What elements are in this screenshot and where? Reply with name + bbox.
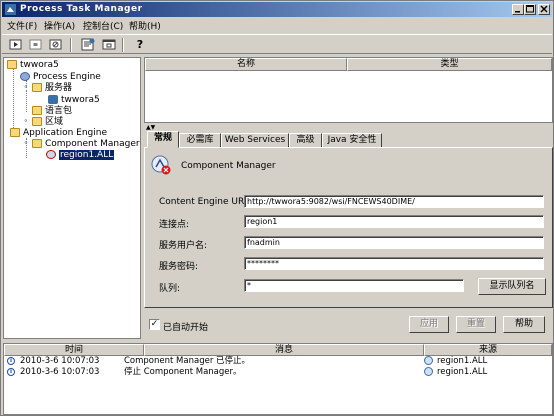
maximize-button[interactable] (524, 4, 536, 15)
window-title: Process Task Manager (20, 4, 143, 14)
folder-icon (10, 128, 20, 137)
help-toolbar-button[interactable]: ? (132, 37, 148, 52)
tree-node-servers[interactable]: 服务器 (32, 82, 72, 94)
tree-node-region[interactable]: region1.ALL (46, 149, 115, 161)
properties-icon (81, 38, 95, 51)
service-user-label: 服务用户名: (159, 241, 208, 251)
toolbar-separator (122, 38, 124, 52)
connection-point-field[interactable]: region1 (244, 215, 544, 228)
server-icon (48, 95, 58, 104)
auto-start-label: 已自动开始 (163, 323, 209, 333)
table-row[interactable]: i 2010-3-6 10:07:03 停止 Component Manager… (4, 367, 552, 378)
queue-label: 队列: (159, 284, 181, 294)
apply-button[interactable]: 应用 (409, 316, 449, 333)
title-bar[interactable]: Process Task Manager (2, 2, 552, 17)
tab-general[interactable]: 常规 (147, 131, 179, 148)
tab-java-security[interactable]: Java 安全性 (322, 133, 382, 148)
stop-button[interactable] (28, 37, 44, 52)
app-icon (5, 4, 16, 15)
main-window: Process Task Manager 文件(F) 操作(A) 控制台(C) … (0, 0, 554, 416)
menu-bar: 文件(F) 操作(A) 控制台(C) 帮助(H) (2, 17, 552, 34)
folder-icon (32, 83, 42, 92)
uri-field[interactable]: http://twwora5:9082/wsi/FNCEWS40DIME/ (244, 195, 544, 208)
abort-button[interactable] (48, 37, 64, 52)
properties-table[interactable]: 名称 类型 (144, 57, 553, 123)
toolbar: ? (2, 34, 552, 54)
minimize-button[interactable] (512, 4, 524, 15)
expand-toggle-icon[interactable]: ⚬ (23, 140, 30, 147)
table-row[interactable]: i 2010-3-6 10:07:03 Component Manager 已停… (4, 356, 552, 367)
log-source: region1.ALL (437, 356, 488, 366)
reset-button[interactable]: 重置 (456, 316, 496, 333)
window-icon (102, 39, 116, 50)
log-time: 2010-3-6 10:07:03 (20, 356, 100, 366)
menu-help[interactable]: 帮助(H) (129, 19, 161, 32)
info-icon: i (7, 367, 15, 378)
column-header-message[interactable]: 消息 (144, 344, 424, 356)
log-message: Component Manager 已停止。 (124, 356, 251, 366)
abort-icon (49, 39, 62, 50)
navigation-tree[interactable]: twwora5 Process Engine ⚬ 服务器 twwora5 语言包… (3, 57, 141, 339)
stop-icon (29, 39, 42, 50)
start-button[interactable] (8, 37, 24, 52)
folder-icon (32, 106, 42, 115)
general-tab-panel: Component Manager Content Engine URI: ht… (144, 147, 553, 308)
tab-advanced[interactable]: 高级 (289, 133, 322, 148)
tab-required-libraries[interactable]: 必需库 (179, 133, 221, 148)
expand-toggle-icon[interactable]: ⚬ (23, 84, 30, 91)
expand-toggle-icon[interactable]: ⚬ (23, 118, 30, 125)
service-password-label: 服务密码: (159, 262, 199, 272)
toolbar-separator (70, 38, 72, 52)
service-password-field[interactable]: ******** (244, 257, 544, 270)
stopped-region-icon (46, 150, 56, 159)
column-header-time[interactable]: 时间 (4, 344, 144, 356)
window-button[interactable] (101, 37, 117, 52)
properties-button[interactable] (80, 37, 96, 52)
tree-connector (13, 68, 14, 136)
uri-label: Content Engine URI: (159, 197, 250, 207)
menu-action[interactable]: 操作(A) (44, 19, 75, 32)
log-message: 停止 Component Manager。 (124, 367, 242, 377)
folder-icon (32, 117, 42, 126)
tab-web-services[interactable]: Web Services (221, 133, 289, 148)
service-user-field[interactable]: fnadmin (244, 236, 544, 249)
region-icon (424, 367, 435, 378)
panel-title: Component Manager (181, 161, 276, 171)
folder-icon (32, 139, 42, 148)
show-queue-names-button[interactable]: 显示队列名 (478, 278, 546, 295)
close-button[interactable] (538, 4, 550, 15)
maximize-icon (526, 5, 534, 13)
tree-node-root[interactable]: twwora5 (7, 59, 59, 71)
log-time: 2010-3-6 10:07:03 (20, 367, 100, 377)
column-header-source[interactable]: 来源 (424, 344, 552, 356)
info-icon: i (7, 356, 15, 367)
splitter-arrows-icon[interactable]: ▲▼ (146, 124, 155, 131)
help-button[interactable]: 帮助 (503, 316, 545, 333)
menu-console[interactable]: 控制台(C) (83, 19, 123, 32)
menu-file[interactable]: 文件(F) (7, 19, 37, 32)
region-icon (424, 356, 435, 367)
minimize-icon (515, 11, 520, 13)
log-source: region1.ALL (437, 367, 488, 377)
component-manager-stopped-icon (151, 155, 171, 175)
auto-start-checkbox[interactable]: ✓ (149, 319, 160, 330)
column-header-name[interactable]: 名称 (145, 58, 347, 71)
event-log-table[interactable]: 时间 消息 来源 i 2010-3-6 10:07:03 Component M… (3, 343, 553, 415)
start-icon (9, 39, 22, 50)
tree-connector (26, 90, 27, 112)
column-header-type[interactable]: 类型 (347, 58, 552, 71)
engine-icon (20, 72, 30, 81)
close-icon (540, 5, 548, 13)
connection-point-label: 连接点: (159, 220, 190, 230)
folder-icon (7, 60, 17, 69)
queue-field[interactable]: * (244, 279, 464, 292)
